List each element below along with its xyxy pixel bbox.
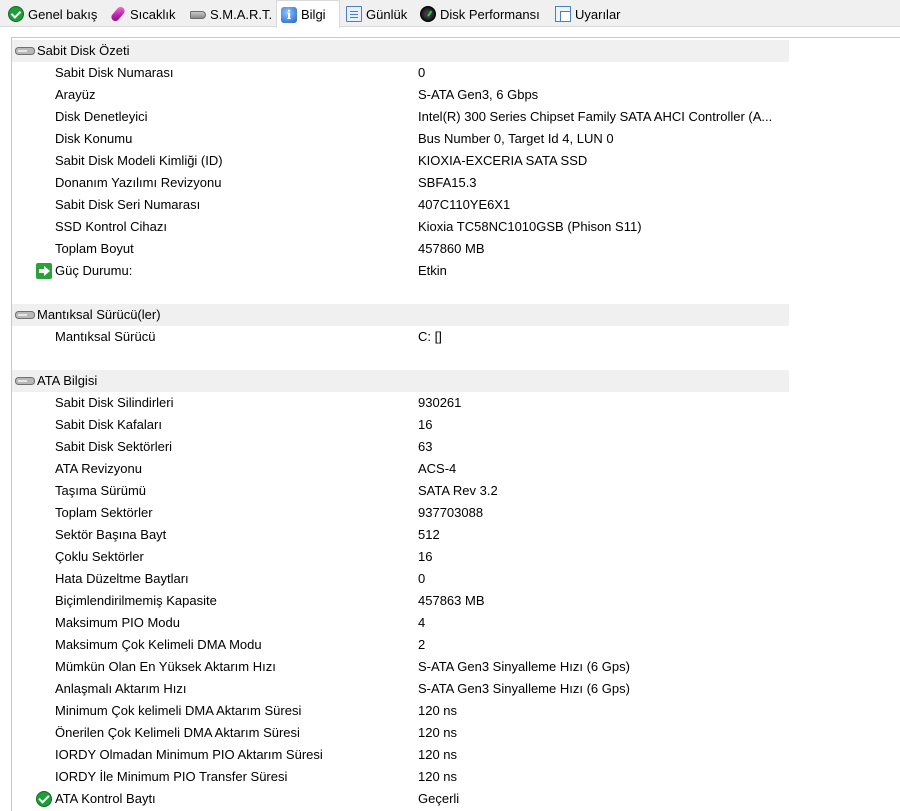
row-label: Sabit Disk Silindirleri <box>55 395 174 410</box>
row-value: Intel(R) 300 Series Chipset Family SATA … <box>418 109 773 124</box>
row-label: Sabit Disk Kafaları <box>55 417 162 432</box>
row-value: KIOXIA-EXCERIA SATA SSD <box>418 153 588 168</box>
row-label: Mümkün Olan En Yüksek Aktarım Hızı <box>55 659 276 674</box>
check-circle-icon <box>8 6 24 22</box>
section-title: Sabit Disk Özeti <box>37 43 130 58</box>
section-header-summary[interactable]: Sabit Disk Özeti <box>12 40 789 62</box>
row-value: 4 <box>418 615 426 630</box>
row-value: SATA Rev 3.2 <box>418 483 498 498</box>
row-label: Minimum Çok kelimeli DMA Aktarım Süresi <box>55 703 302 718</box>
tab-label: Günlük <box>366 6 408 22</box>
tab-bar: Genel bakış Sıcaklık S.M.A.R.T. i Bilgi … <box>0 0 900 28</box>
section-header-logical-drives[interactable]: Mantıksal Sürücü(ler) <box>12 304 789 326</box>
pages-icon <box>555 6 571 22</box>
row-value: S-ATA Gen3, 6 Gbps <box>418 87 539 102</box>
row-label: Biçimlendirilmemiş Kapasite <box>55 593 217 608</box>
row-value: 63 <box>418 439 433 454</box>
row-value: SBFA15.3 <box>418 175 477 190</box>
section-title: Mantıksal Sürücü(ler) <box>37 307 161 322</box>
hard-disk-icon <box>190 11 206 19</box>
row-label: Donanım Yazılımı Revizyonu <box>55 175 222 190</box>
row-value: Etkin <box>418 263 447 278</box>
tab-label: Uyarılar <box>575 6 621 22</box>
row-label: Hata Düzeltme Baytları <box>55 571 189 586</box>
tab-label: Sıcaklık <box>130 6 176 22</box>
row-value: 0 <box>418 65 426 80</box>
row-label: Sabit Disk Numarası <box>55 65 174 80</box>
document-icon <box>346 6 362 22</box>
row-value: 120 ns <box>418 747 458 762</box>
row-value: 937703088 <box>418 505 484 520</box>
tab-label: Bilgi <box>301 7 326 22</box>
row-value: Geçerli <box>418 791 460 806</box>
row-label: ATA Kontrol Baytı <box>55 791 156 806</box>
row-value: 120 ns <box>418 725 458 740</box>
row-value: S-ATA Gen3 Sinyalleme Hızı (6 Gps) <box>418 659 630 674</box>
row-value: 930261 <box>418 395 462 410</box>
row-label: Maksimum PIO Modu <box>55 615 180 630</box>
tab-label: Disk Performansı <box>440 6 540 22</box>
info-icon: i <box>281 6 297 23</box>
row-label: Anlaşmalı Aktarım Hızı <box>55 681 187 696</box>
row-label: Mantıksal Sürücü <box>55 329 156 344</box>
row-value: 16 <box>418 417 433 432</box>
row-label: Güç Durumu: <box>55 263 133 278</box>
row-label: SSD Kontrol Cihazı <box>55 219 167 234</box>
row-label: Arayüz <box>55 87 96 102</box>
tab-sicaklik[interactable]: Sıcaklık <box>106 2 176 26</box>
row-value: ACS-4 <box>418 461 457 476</box>
green-arrow-icon <box>36 263 52 279</box>
row-label: Sabit Disk Sektörleri <box>55 439 173 454</box>
hard-disk-icon <box>15 311 35 319</box>
tab-label: S.M.A.R.T. <box>210 6 273 22</box>
tab-genel-bakis[interactable]: Genel bakış <box>4 2 97 26</box>
row-value: 120 ns <box>418 769 458 784</box>
row-value: C: [] <box>418 329 442 344</box>
row-value: S-ATA Gen3 Sinyalleme Hızı (6 Gps) <box>418 681 630 696</box>
row-value: Kioxia TC58NC1010GSB (Phison S11) <box>418 219 642 234</box>
row-label: Disk Denetleyici <box>55 109 148 124</box>
tab-label: Genel bakış <box>28 6 98 22</box>
row-label: IORDY Olmadan Minimum PIO Aktarım Süresi <box>55 747 323 762</box>
row-label: IORDY İle Minimum PIO Transfer Süresi <box>55 769 288 784</box>
info-panel: Sabit Disk Özeti Sabit Disk Numarası 0 Ar… <box>11 37 900 811</box>
row-label: Taşıma Sürümü <box>55 483 147 498</box>
row-label: Sabit Disk Seri Numarası <box>55 197 201 212</box>
row-label: Sektör Başına Bayt <box>55 527 167 542</box>
tab-disk-performansi[interactable]: Disk Performansı <box>416 2 540 26</box>
row-label: Çoklu Sektörler <box>55 549 144 564</box>
row-value: 16 <box>418 549 433 564</box>
hard-disk-icon <box>15 47 35 55</box>
section-title: ATA Bilgisi <box>37 373 98 388</box>
section-header-ata-info[interactable]: ATA Bilgisi <box>12 370 789 392</box>
hard-disk-icon <box>15 377 35 385</box>
row-value: 457863 MB <box>418 593 485 608</box>
row-value: 2 <box>418 637 426 652</box>
row-value: 0 <box>418 571 426 586</box>
row-label: Toplam Boyut <box>55 241 134 256</box>
row-label: Önerilen Çok Kelimeli DMA Aktarım Süresi <box>55 725 300 740</box>
row-label: Maksimum Çok Kelimeli DMA Modu <box>55 637 262 652</box>
row-value: 407C110YE6X1 <box>418 197 511 212</box>
thermometer-icon <box>109 5 127 23</box>
row-value: 512 <box>418 527 440 542</box>
gauge-icon <box>420 6 436 22</box>
row-label: Sabit Disk Modeli Kimliği (ID) <box>55 153 223 168</box>
tab-smart[interactable]: S.M.A.R.T. <box>186 2 272 26</box>
tab-gunluk[interactable]: Günlük <box>342 2 407 26</box>
green-check-icon <box>36 791 52 807</box>
row-label: Toplam Sektörler <box>55 505 153 520</box>
row-value: 457860 MB <box>418 241 485 256</box>
row-value: 120 ns <box>418 703 458 718</box>
row-value: Bus Number 0, Target Id 4, LUN 0 <box>418 131 614 146</box>
row-label: ATA Revizyonu <box>55 461 142 476</box>
tab-bilgi[interactable]: i Bilgi <box>276 0 340 28</box>
tab-uyarilar[interactable]: Uyarılar <box>551 2 621 26</box>
row-label: Disk Konumu <box>55 131 133 146</box>
